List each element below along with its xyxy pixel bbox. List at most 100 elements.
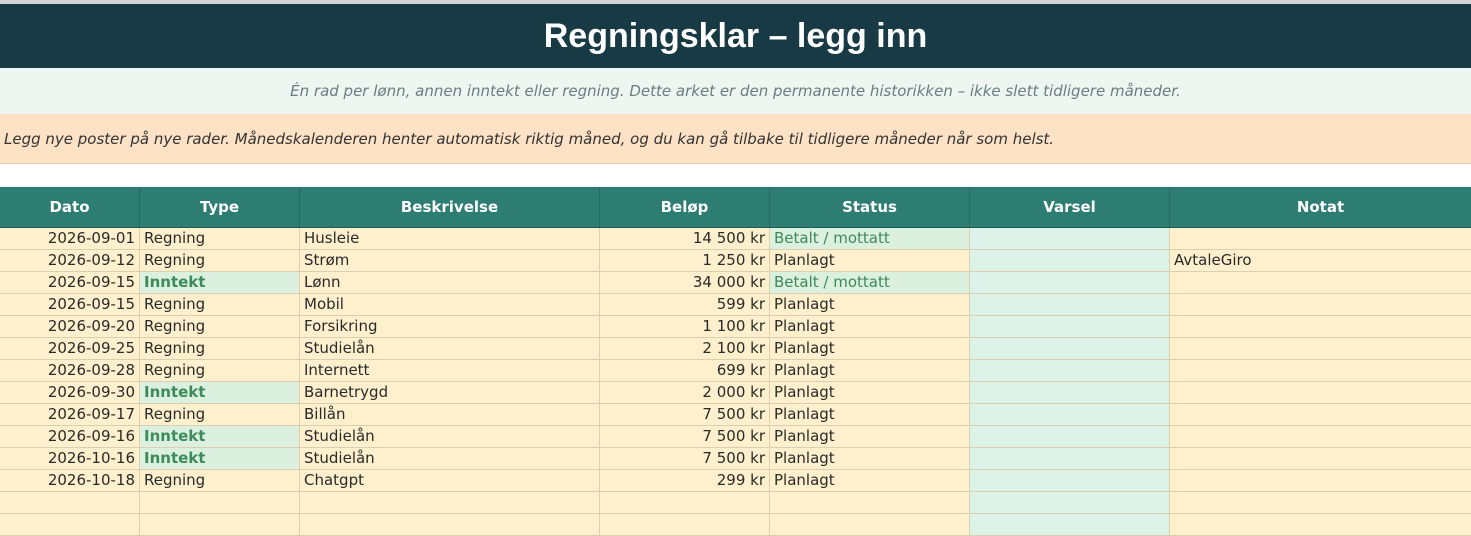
cell-status[interactable]: Planlagt	[770, 316, 970, 338]
cell-varsel[interactable]	[970, 404, 1170, 426]
header-notat[interactable]: Notat	[1170, 187, 1471, 227]
cell-dato[interactable]: 2026-09-25	[0, 338, 140, 360]
cell-varsel[interactable]	[970, 514, 1170, 536]
cell-beskrivelse[interactable]: Husleie	[300, 228, 600, 250]
cell-beskrivelse[interactable]: Lønn	[300, 272, 600, 294]
cell-status[interactable]: Planlagt	[770, 250, 970, 272]
cell-status[interactable]: Planlagt	[770, 470, 970, 492]
cell-dato[interactable]: 2026-09-15	[0, 294, 140, 316]
cell-notat[interactable]	[1170, 492, 1471, 514]
cell-belop[interactable]	[600, 514, 770, 536]
cell-belop[interactable]: 7 500 kr	[600, 404, 770, 426]
cell-dato[interactable]: 2026-09-30	[0, 382, 140, 404]
cell-beskrivelse[interactable]: Studielån	[300, 448, 600, 470]
cell-notat[interactable]	[1170, 514, 1471, 536]
cell-notat[interactable]	[1170, 404, 1471, 426]
cell-varsel[interactable]	[970, 360, 1170, 382]
cell-belop[interactable]: 34 000 kr	[600, 272, 770, 294]
cell-dato[interactable]: 2026-09-01	[0, 228, 140, 250]
cell-varsel[interactable]	[970, 426, 1170, 448]
cell-belop[interactable]: 7 500 kr	[600, 426, 770, 448]
cell-varsel[interactable]	[970, 294, 1170, 316]
cell-dato[interactable]: 2026-09-15	[0, 272, 140, 294]
cell-dato[interactable]: 2026-09-17	[0, 404, 140, 426]
cell-status[interactable]: Betalt / mottatt	[770, 228, 970, 250]
cell-notat[interactable]	[1170, 382, 1471, 404]
cell-dato[interactable]	[0, 514, 140, 536]
cell-varsel[interactable]	[970, 470, 1170, 492]
cell-type[interactable]: Inntekt	[140, 272, 300, 294]
cell-belop[interactable]: 2 100 kr	[600, 338, 770, 360]
cell-notat[interactable]	[1170, 338, 1471, 360]
cell-type[interactable]: Regning	[140, 228, 300, 250]
cell-notat[interactable]	[1170, 470, 1471, 492]
cell-notat[interactable]	[1170, 360, 1471, 382]
cell-varsel[interactable]	[970, 272, 1170, 294]
cell-belop[interactable]	[600, 492, 770, 514]
cell-status[interactable]: Planlagt	[770, 448, 970, 470]
header-type[interactable]: Type	[140, 187, 300, 227]
cell-status[interactable]	[770, 514, 970, 536]
cell-varsel[interactable]	[970, 382, 1170, 404]
cell-beskrivelse[interactable]: Studielån	[300, 426, 600, 448]
cell-dato[interactable]: 2026-09-16	[0, 426, 140, 448]
cell-status[interactable]: Planlagt	[770, 360, 970, 382]
cell-dato[interactable]: 2026-09-28	[0, 360, 140, 382]
cell-type[interactable]: Regning	[140, 470, 300, 492]
cell-status[interactable]: Planlagt	[770, 404, 970, 426]
cell-beskrivelse[interactable]	[300, 514, 600, 536]
cell-belop[interactable]: 7 500 kr	[600, 448, 770, 470]
cell-varsel[interactable]	[970, 316, 1170, 338]
cell-type[interactable]: Inntekt	[140, 426, 300, 448]
cell-beskrivelse[interactable]: Forsikring	[300, 316, 600, 338]
cell-belop[interactable]: 1 250 kr	[600, 250, 770, 272]
cell-belop[interactable]: 599 kr	[600, 294, 770, 316]
cell-status[interactable]: Betalt / mottatt	[770, 272, 970, 294]
cell-status[interactable]: Planlagt	[770, 382, 970, 404]
header-status[interactable]: Status	[770, 187, 970, 227]
cell-varsel[interactable]	[970, 492, 1170, 514]
header-belop[interactable]: Beløp	[600, 187, 770, 227]
cell-type[interactable]	[140, 492, 300, 514]
cell-type[interactable]: Regning	[140, 250, 300, 272]
cell-beskrivelse[interactable]: Chatgpt	[300, 470, 600, 492]
cell-varsel[interactable]	[970, 448, 1170, 470]
cell-belop[interactable]: 699 kr	[600, 360, 770, 382]
cell-status[interactable]: Planlagt	[770, 426, 970, 448]
cell-notat[interactable]	[1170, 448, 1471, 470]
cell-dato[interactable]	[0, 492, 140, 514]
cell-belop[interactable]: 2 000 kr	[600, 382, 770, 404]
cell-notat[interactable]	[1170, 272, 1471, 294]
cell-beskrivelse[interactable]: Barnetrygd	[300, 382, 600, 404]
cell-beskrivelse[interactable]: Internett	[300, 360, 600, 382]
cell-dato[interactable]: 2026-09-12	[0, 250, 140, 272]
cell-varsel[interactable]	[970, 338, 1170, 360]
cell-dato[interactable]: 2026-10-18	[0, 470, 140, 492]
cell-type[interactable]: Regning	[140, 316, 300, 338]
header-dato[interactable]: Dato	[0, 187, 140, 227]
cell-type[interactable]: Regning	[140, 404, 300, 426]
cell-type[interactable]: Regning	[140, 338, 300, 360]
cell-notat[interactable]	[1170, 228, 1471, 250]
cell-belop[interactable]: 1 100 kr	[600, 316, 770, 338]
cell-beskrivelse[interactable]: Billån	[300, 404, 600, 426]
cell-belop[interactable]: 14 500 kr	[600, 228, 770, 250]
cell-type[interactable]: Regning	[140, 294, 300, 316]
cell-type[interactable]: Regning	[140, 360, 300, 382]
cell-status[interactable]: Planlagt	[770, 294, 970, 316]
header-beskrivelse[interactable]: Beskrivelse	[300, 187, 600, 227]
cell-notat[interactable]	[1170, 316, 1471, 338]
cell-dato[interactable]: 2026-09-20	[0, 316, 140, 338]
cell-belop[interactable]: 299 kr	[600, 470, 770, 492]
cell-notat[interactable]	[1170, 426, 1471, 448]
cell-beskrivelse[interactable]: Mobil	[300, 294, 600, 316]
cell-type[interactable]	[140, 514, 300, 536]
cell-varsel[interactable]	[970, 228, 1170, 250]
cell-status[interactable]	[770, 492, 970, 514]
cell-notat[interactable]: AvtaleGiro	[1170, 250, 1471, 272]
cell-varsel[interactable]	[970, 250, 1170, 272]
cell-notat[interactable]	[1170, 294, 1471, 316]
cell-dato[interactable]: 2026-10-16	[0, 448, 140, 470]
cell-type[interactable]: Inntekt	[140, 448, 300, 470]
cell-beskrivelse[interactable]: Studielån	[300, 338, 600, 360]
